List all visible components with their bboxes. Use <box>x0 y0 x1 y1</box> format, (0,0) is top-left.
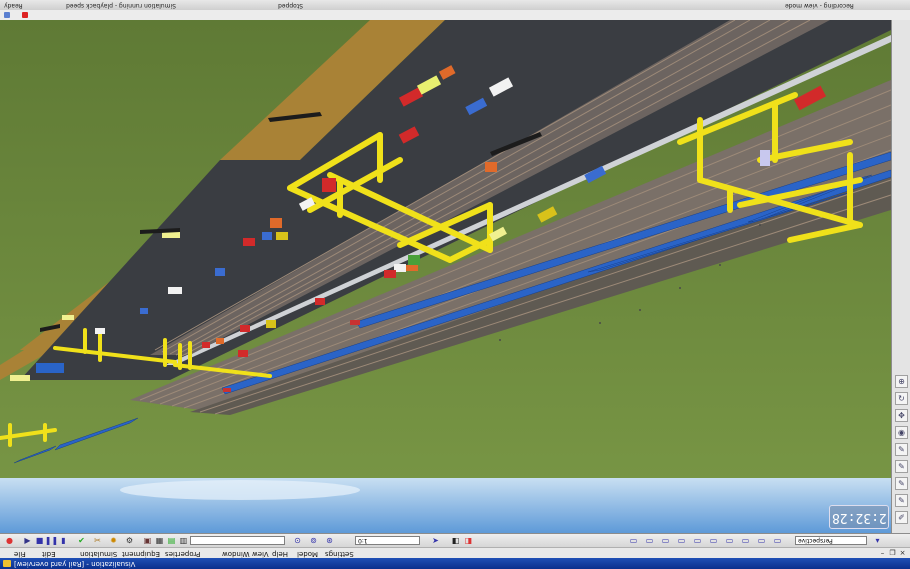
status-ready: Ready <box>4 2 23 9</box>
pencil-icon[interactable]: ✎ <box>895 443 908 456</box>
scale-field[interactable]: 1:0 <box>355 536 420 545</box>
pause-icon[interactable]: ❚❚ <box>45 535 58 546</box>
window-icon[interactable]: ▭ <box>772 535 783 546</box>
view-icon[interactable]: ⊚ <box>308 535 319 546</box>
brush-icon[interactable]: ✐ <box>895 511 908 524</box>
status-state: Stopped <box>278 2 303 9</box>
step-icon[interactable]: ▮ <box>58 535 69 546</box>
window-icon[interactable]: ▭ <box>676 535 687 546</box>
layer-icon[interactable]: ▣ <box>142 535 153 546</box>
arrow-icon[interactable]: ➤ <box>430 535 441 546</box>
play-icon[interactable]: ▶ <box>22 535 33 546</box>
view-icon[interactable]: ⊛ <box>324 535 335 546</box>
main-toolbar: ● ▶ ■ ❚❚ ▮ ✔ ✂ ✹ ⚙ ▣ ▦ ▤ ▥ ⊙ ⊚ ⊛ 1:0 ➤ ◧… <box>0 533 910 548</box>
settings-icon[interactable]: ⚙ <box>124 535 135 546</box>
camera-icon[interactable]: ◉ <box>895 426 908 439</box>
table-icon[interactable]: ▥ <box>178 535 189 546</box>
stop-icon[interactable]: ■ <box>34 535 45 546</box>
window-icon[interactable]: ▭ <box>628 535 639 546</box>
title-bar: Visualization - [Rail yard overview] <box>0 558 910 569</box>
simulation-clock: 2:32:28 <box>829 505 889 529</box>
status-recording: Recording - view mode <box>785 2 854 9</box>
record-icon[interactable]: ● <box>4 535 15 546</box>
display-icon[interactable]: ◧ <box>450 535 461 546</box>
status-speed: Simulation running - playback speed <box>66 2 176 9</box>
window-icon[interactable]: ▭ <box>708 535 719 546</box>
check-icon[interactable]: ✔ <box>76 535 87 546</box>
alert-icon[interactable]: ◨ <box>463 535 474 546</box>
restore-icon[interactable]: ❐ <box>888 549 897 558</box>
info-icon[interactable] <box>4 12 10 18</box>
cloud <box>120 480 360 500</box>
pan-icon[interactable]: ✥ <box>895 409 908 422</box>
window-icon[interactable]: ▭ <box>724 535 735 546</box>
chevron-down-icon[interactable]: ▾ <box>872 535 883 546</box>
window-icon[interactable]: ▭ <box>644 535 655 546</box>
locomotive[interactable] <box>350 320 360 325</box>
window-icon[interactable]: ▭ <box>756 535 767 546</box>
grid-icon[interactable]: ▦ <box>154 535 165 546</box>
record-icon[interactable] <box>22 12 28 18</box>
rotate-icon[interactable]: ↻ <box>895 392 908 405</box>
scene-canvas[interactable] <box>0 20 891 533</box>
window-icon[interactable]: ▭ <box>740 535 751 546</box>
window-icon[interactable]: ▭ <box>660 535 671 546</box>
map-icon[interactable]: ▤ <box>166 535 177 546</box>
pencil-icon[interactable]: ✎ <box>895 477 908 490</box>
pencil-icon[interactable]: ✎ <box>895 494 908 507</box>
window-title: Visualization - [Rail yard overview] <box>14 560 136 568</box>
view-icon[interactable]: ⊙ <box>292 535 303 546</box>
speed-slider[interactable] <box>190 536 285 545</box>
zoom-icon[interactable]: ⊕ <box>895 375 908 388</box>
locomotive[interactable] <box>223 388 231 392</box>
window-icon[interactable]: ▭ <box>692 535 703 546</box>
minimize-icon[interactable]: – <box>878 549 887 558</box>
close-icon[interactable]: × <box>898 549 907 558</box>
app-icon <box>3 560 11 567</box>
view-toolbar: ⊕ ↻ ✥ ◉ ✎ ✎ ✎ ✎ ✐ <box>891 20 910 533</box>
light-icon[interactable]: ✹ <box>108 535 119 546</box>
3d-viewport[interactable] <box>0 20 891 533</box>
view-mode-select[interactable]: Perspective <box>795 536 867 545</box>
tool-icon[interactable]: ✂ <box>92 535 103 546</box>
pencil-icon[interactable]: ✎ <box>895 460 908 473</box>
